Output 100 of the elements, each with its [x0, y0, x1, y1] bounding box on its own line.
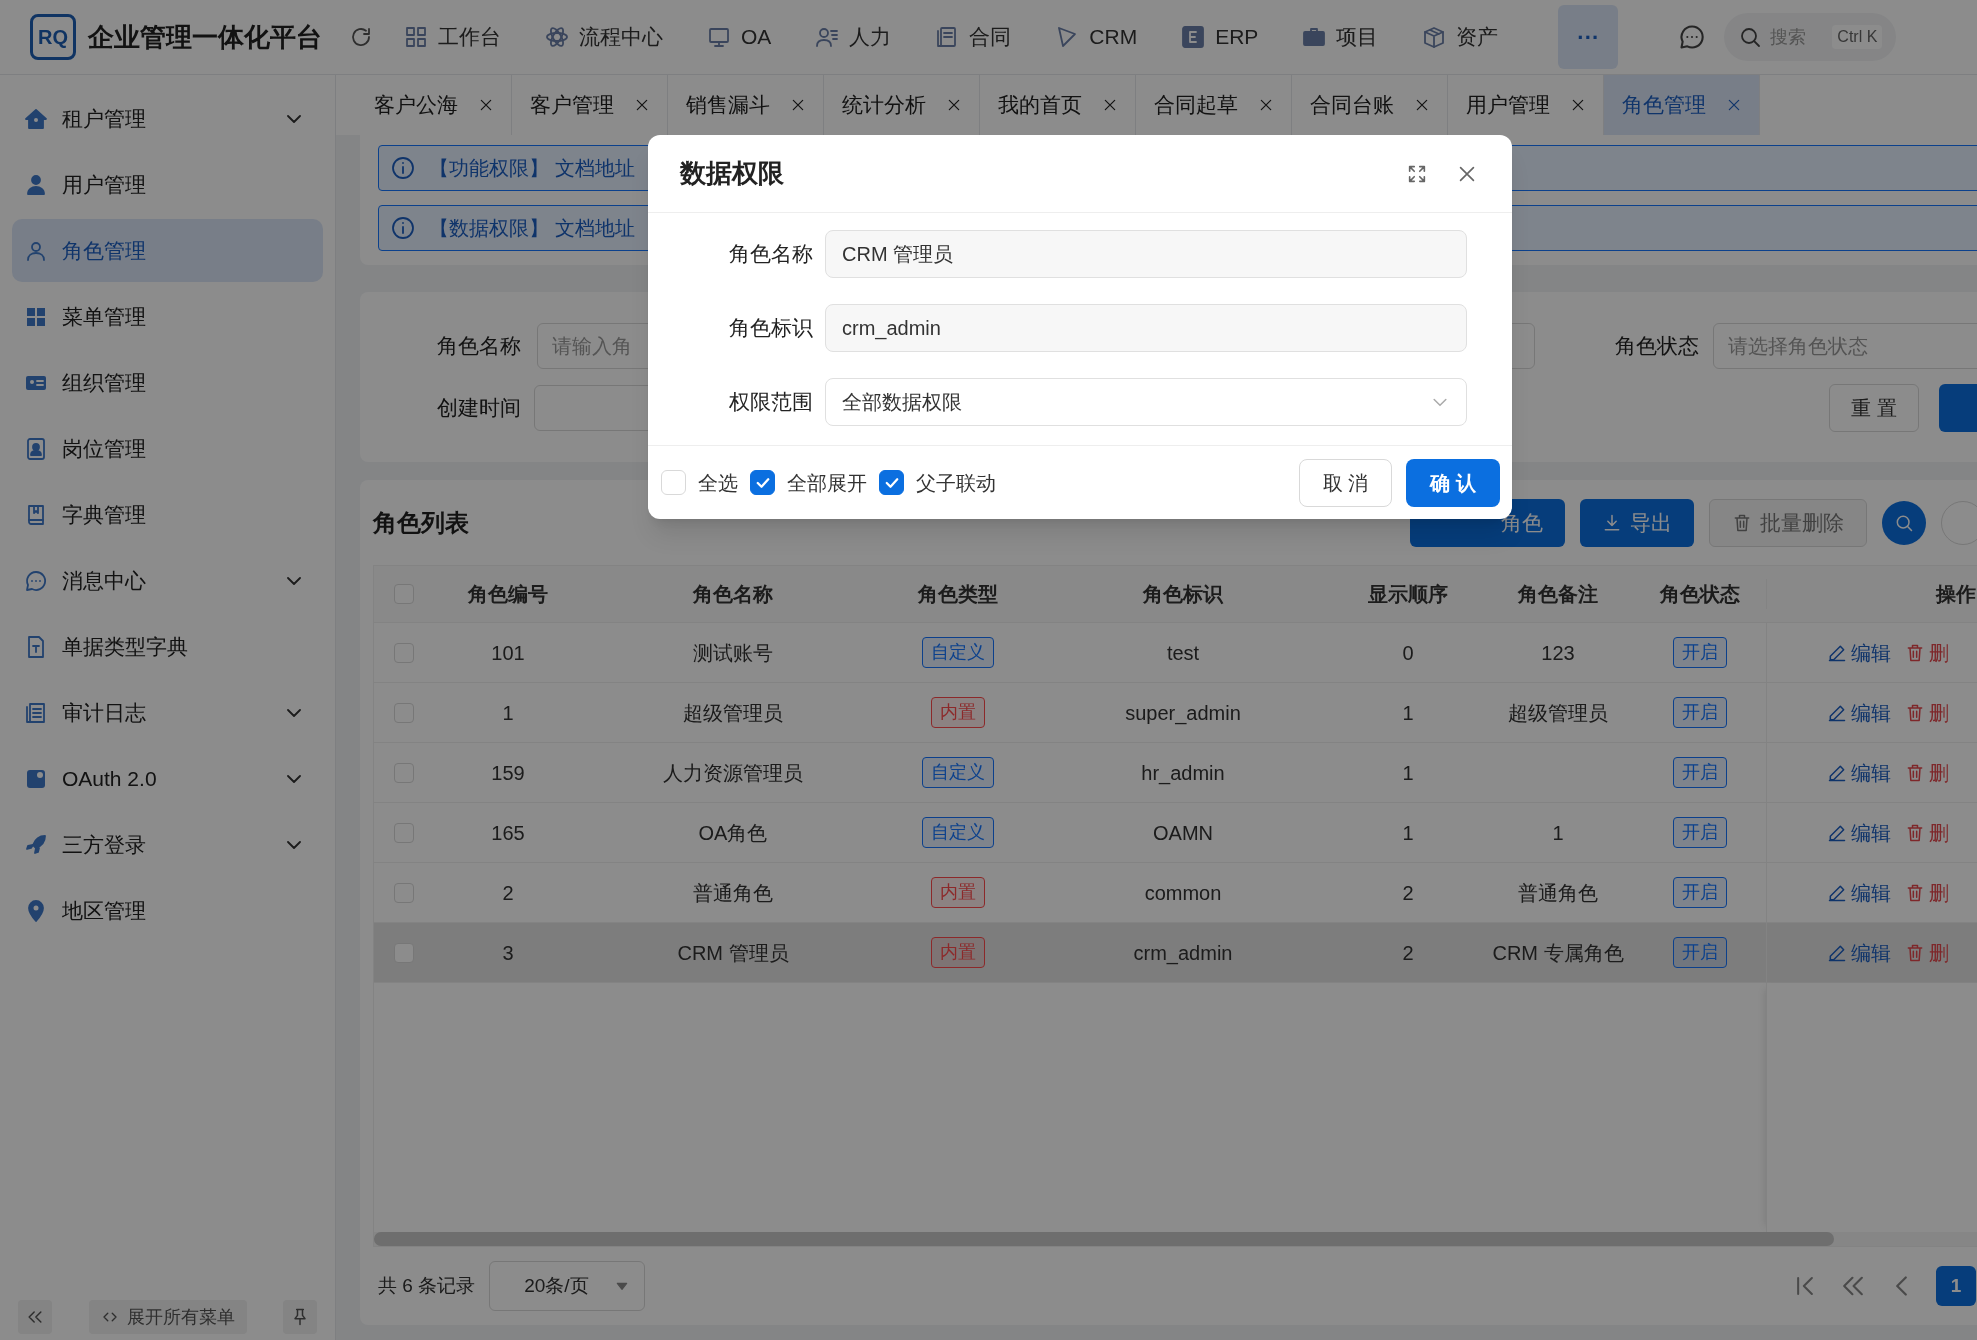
- table-row[interactable]: 101 测试账号 自定义 test 0 123 开启 编辑 删: [374, 623, 1977, 683]
- alert-text: 【功能权限】 文档地址: [429, 156, 635, 181]
- atom-icon: [545, 25, 569, 49]
- more-button[interactable]: ···: [1558, 5, 1619, 69]
- table-cell-text: common: [1143, 880, 1223, 906]
- house-icon: [24, 106, 48, 131]
- edit-link[interactable]: 编辑: [1827, 757, 1891, 788]
- table-cell-text: crm_admin: [1132, 940, 1234, 967]
- sidebar-item[interactable]: 菜单管理: [12, 285, 323, 348]
- table-row[interactable]: 1 超级管理员 内置 super_admin 1 超级管理员 开启 编辑 删: [374, 683, 1977, 743]
- nav-item[interactable]: ERP: [1181, 21, 1259, 53]
- nav-item[interactable]: 合同: [935, 21, 1012, 53]
- table-row[interactable]: 3 CRM 管理员 内置 crm_admin 2 CRM 专属角色 开启 编辑 删: [374, 923, 1977, 983]
- delete-link[interactable]: 删: [1905, 697, 1949, 728]
- confirm-button[interactable]: 确 认: [1406, 458, 1500, 507]
- refresh-icon: [349, 25, 373, 49]
- pin-button[interactable]: [283, 1300, 317, 1334]
- badge-icon: [24, 436, 48, 461]
- checkbox-label: 全部展开: [787, 470, 867, 496]
- total-count: 共 6 条记录: [378, 1273, 476, 1298]
- table-cell-text: hr_admin: [1140, 760, 1226, 787]
- table-cell-text: 123: [1540, 640, 1576, 666]
- column-header: 角色状态: [1658, 582, 1741, 607]
- edit-link[interactable]: 编辑: [1827, 817, 1891, 848]
- delete-link[interactable]: 删: [1905, 817, 1949, 848]
- table-cell-text: 测试账号: [692, 640, 774, 666]
- edit-link[interactable]: 编辑: [1827, 877, 1891, 908]
- table-cell-text: 165: [490, 820, 526, 846]
- table-cell-text: 1: [1401, 820, 1415, 846]
- sidebar-item[interactable]: OAuth 2.0: [12, 747, 323, 810]
- input-field[interactable]: crm_admin: [825, 304, 1467, 352]
- table-cell-text: 超级管理员: [1507, 700, 1609, 726]
- table-cell-text: CRM 管理员: [676, 940, 790, 966]
- nav-item[interactable]: 工作台: [404, 21, 501, 53]
- column-header: 角色编号: [466, 582, 549, 607]
- delete-link[interactable]: 删: [1905, 637, 1949, 668]
- sidebar-item[interactable]: 用户管理: [12, 153, 323, 216]
- monitor-icon: [707, 25, 731, 49]
- field-label: 角色状态: [1615, 333, 1700, 360]
- logo: RQ: [30, 14, 76, 60]
- export-button[interactable]: 导出: [1580, 498, 1694, 547]
- table-cell-text: 1: [501, 700, 515, 726]
- column-header: 显示顺序: [1367, 582, 1449, 607]
- delete-link[interactable]: 删: [1905, 757, 1949, 788]
- page-button[interactable]: 1: [1936, 1266, 1977, 1306]
- delete-link[interactable]: 删: [1905, 877, 1949, 908]
- column-header: 操作: [1766, 579, 1977, 609]
- select-field[interactable]: 请选择角色状态: [1713, 323, 1977, 369]
- checkbox[interactable]: [879, 470, 904, 495]
- collapse-button[interactable]: [18, 1300, 52, 1334]
- nav-item[interactable]: 人力: [815, 21, 892, 53]
- sidebar-item[interactable]: 岗位管理: [12, 417, 323, 480]
- chat-bubble-icon: [1678, 23, 1707, 51]
- table-cell-text: 1: [1551, 820, 1565, 846]
- table-row[interactable]: 159 人力资源管理员 自定义 hr_admin 1 开启 编辑 删: [374, 743, 1977, 803]
- scrollbar-thumb[interactable]: [374, 1232, 1834, 1246]
- trash-icon: [1905, 762, 1925, 783]
- info-icon: [391, 216, 415, 240]
- table-cell-text: 2: [1401, 940, 1415, 966]
- table-row[interactable]: 165 OA角色 自定义 OAMN 1 1 开启 编辑 删: [374, 803, 1977, 863]
- table-cell-text: 2: [1401, 880, 1415, 906]
- expand-all-button[interactable]: 展开所有菜单: [88, 1300, 247, 1334]
- edit-link[interactable]: 编辑: [1827, 937, 1891, 968]
- chat-icon: [24, 568, 48, 593]
- column-header: 角色名称: [691, 582, 774, 607]
- sidebar-item[interactable]: 消息中心: [12, 549, 323, 612]
- sidebar-item[interactable]: 三方登录: [12, 813, 323, 876]
- tab[interactable]: 角色管理: [1604, 75, 1760, 135]
- sidebar-item[interactable]: 角色管理: [12, 219, 323, 282]
- nav-item[interactable]: 流程中心: [545, 21, 663, 53]
- sidebar-item[interactable]: 租户管理: [12, 87, 323, 150]
- nav-item[interactable]: 项目: [1302, 21, 1379, 53]
- nav-item[interactable]: 资产: [1422, 21, 1499, 53]
- table-cell-text: test: [1165, 640, 1201, 666]
- info-icon: [391, 156, 415, 180]
- trash-icon: [1732, 512, 1752, 533]
- checkbox-label: 父子联动: [916, 470, 996, 496]
- sidebar-item[interactable]: 审计日志: [12, 681, 323, 744]
- table-title: 角色列表: [373, 507, 469, 538]
- shortcut-hint: Ctrl K: [1832, 25, 1883, 49]
- nav-item[interactable]: OA: [707, 21, 772, 53]
- table-cell-text: 人力资源管理员: [662, 760, 804, 786]
- sidebar-item[interactable]: 字典管理: [12, 483, 323, 546]
- edit-link[interactable]: 编辑: [1827, 697, 1891, 728]
- reset-button[interactable]: 重 置: [1829, 384, 1919, 432]
- sidebar-item[interactable]: 单据类型字典: [12, 615, 323, 678]
- sidebar-item[interactable]: 组织管理: [12, 351, 323, 414]
- table-row[interactable]: 2 普通角色 内置 common 2 普通角色 开启 编辑 删: [374, 863, 1977, 923]
- column-header: 角色类型: [916, 582, 999, 607]
- edit-link[interactable]: 编辑: [1827, 637, 1891, 668]
- nav-item[interactable]: CRM: [1055, 21, 1138, 53]
- input-field[interactable]: CRM 管理员: [825, 230, 1467, 278]
- page-size-select[interactable]: 20条/页: [489, 1261, 646, 1311]
- checkbox-label: 全选: [698, 470, 738, 496]
- cancel-button[interactable]: 取 消: [1299, 458, 1392, 507]
- select-field[interactable]: 全部数据权限: [825, 378, 1467, 426]
- trash-icon: [1905, 822, 1925, 843]
- sidebar-item[interactable]: 地区管理: [12, 879, 323, 942]
- checkbox[interactable]: [750, 470, 775, 495]
- search-button[interactable]: [1882, 500, 1926, 545]
